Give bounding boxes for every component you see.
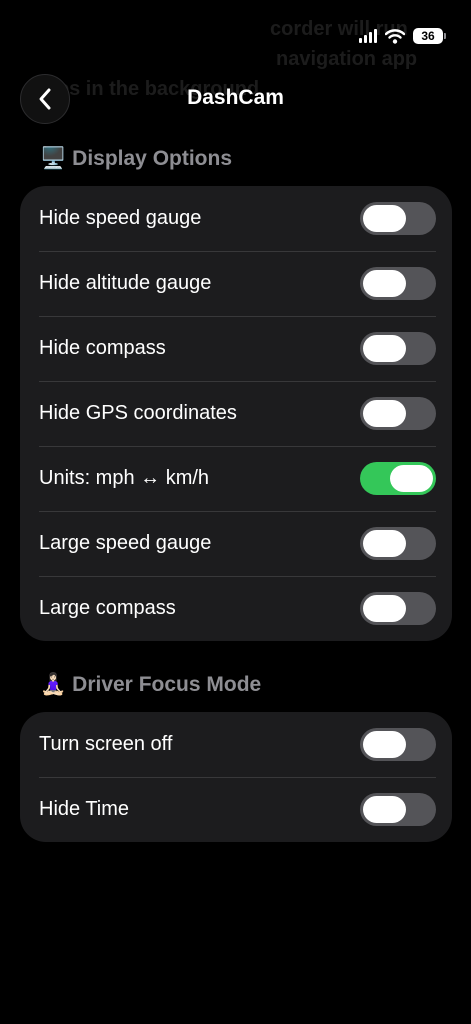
wifi-icon bbox=[385, 28, 405, 44]
setting-row-units: Units: mph ↔ km/h bbox=[20, 446, 452, 511]
units-toggle[interactable] bbox=[360, 462, 436, 495]
driver-focus-card: Turn screen off Hide Time bbox=[20, 712, 452, 842]
setting-label: Large compass bbox=[39, 597, 176, 619]
setting-row-large-compass: Large compass bbox=[20, 576, 452, 641]
setting-row-large-speed-gauge: Large speed gauge bbox=[20, 511, 452, 576]
section-title: Display Options bbox=[72, 147, 233, 170]
section-header-driver-focus: 🧘🏻‍♀️ Driver Focus Mode bbox=[40, 673, 261, 697]
setting-label: Large speed gauge bbox=[39, 532, 212, 554]
section-header-display-options: 🖥️ Display Options bbox=[40, 147, 232, 171]
display-options-card: Hide speed gauge Hide altitude gauge Hid… bbox=[20, 186, 452, 641]
hide-speed-gauge-toggle[interactable] bbox=[360, 202, 436, 235]
large-compass-toggle[interactable] bbox=[360, 592, 436, 625]
setting-row-hide-compass: Hide compass bbox=[20, 316, 452, 381]
status-bar: 36 bbox=[359, 24, 446, 48]
setting-row-hide-altitude-gauge: Hide altitude gauge bbox=[20, 251, 452, 316]
meditation-icon: 🧘🏻‍♀️ bbox=[40, 673, 67, 696]
section-title: Driver Focus Mode bbox=[72, 673, 262, 696]
setting-label: Hide compass bbox=[39, 337, 166, 359]
turn-screen-off-toggle[interactable] bbox=[360, 728, 436, 761]
monitor-icon: 🖥️ bbox=[40, 147, 67, 170]
background-text-line-2: navigation app bbox=[276, 48, 418, 70]
setting-label: Turn screen off bbox=[39, 733, 173, 755]
hide-gps-coordinates-toggle[interactable] bbox=[360, 397, 436, 430]
setting-row-hide-speed-gauge: Hide speed gauge bbox=[20, 186, 452, 251]
setting-row-hide-time: Hide Time bbox=[20, 777, 452, 842]
cellular-signal-icon bbox=[359, 29, 377, 43]
setting-label: Hide GPS coordinates bbox=[39, 402, 237, 424]
setting-row-hide-gps-coordinates: Hide GPS coordinates bbox=[20, 381, 452, 446]
hide-time-toggle[interactable] bbox=[360, 793, 436, 826]
battery-icon: 36 bbox=[413, 28, 446, 44]
hide-altitude-gauge-toggle[interactable] bbox=[360, 267, 436, 300]
setting-label: Hide altitude gauge bbox=[39, 272, 212, 294]
setting-label: Units: mph ↔ km/h bbox=[39, 467, 210, 489]
setting-row-turn-screen-off: Turn screen off bbox=[20, 712, 452, 777]
hide-compass-toggle[interactable] bbox=[360, 332, 436, 365]
large-speed-gauge-toggle[interactable] bbox=[360, 527, 436, 560]
setting-label: Hide speed gauge bbox=[39, 207, 202, 229]
page-title: DashCam bbox=[187, 86, 284, 109]
setting-label: Hide Time bbox=[39, 798, 130, 820]
battery-level: 36 bbox=[421, 29, 435, 43]
